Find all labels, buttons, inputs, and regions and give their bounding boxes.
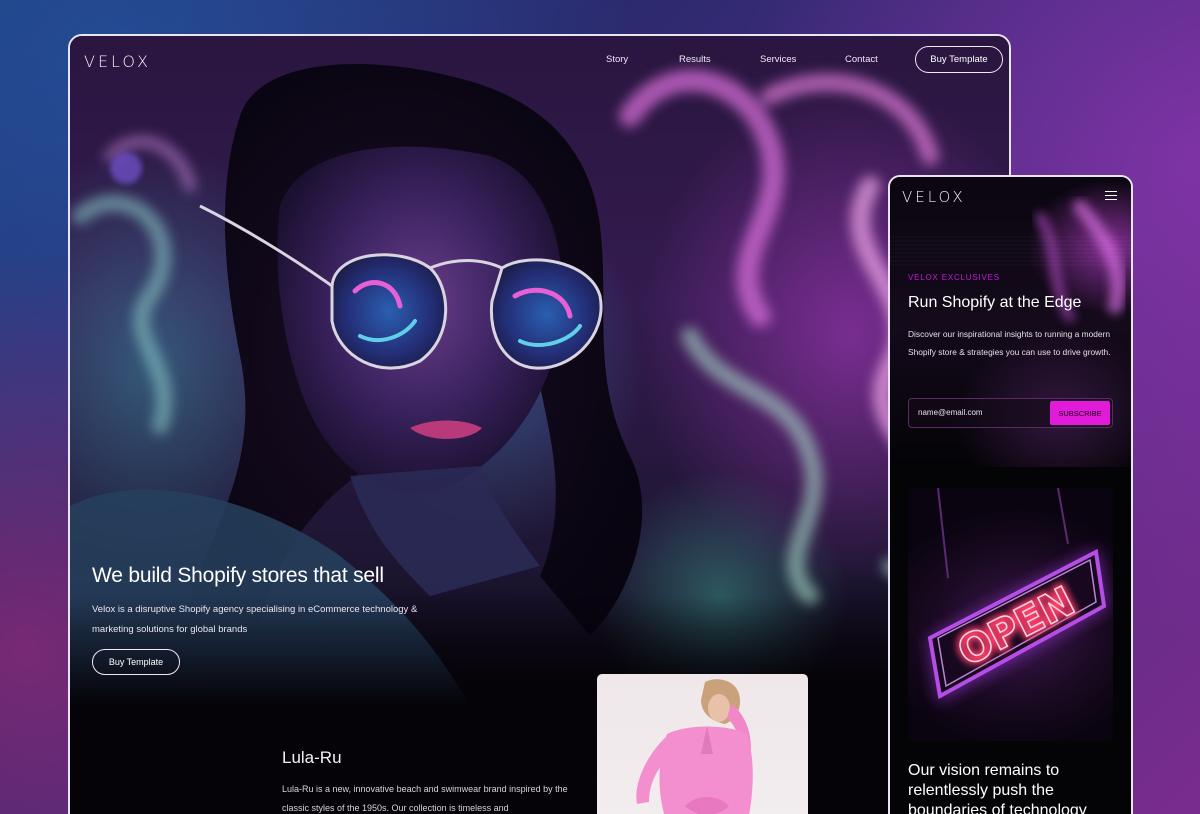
- feature-title: Lula-Ru: [282, 748, 342, 767]
- newsletter-form: name@email.com SUBSCRIBE: [908, 398, 1113, 428]
- mobile-description: Discover our inspirational insights to r…: [908, 329, 1111, 358]
- mobile-title: Run Shopify at the Edge: [908, 294, 1082, 311]
- hamburger-menu-icon[interactable]: [1105, 191, 1117, 201]
- product-image[interactable]: [597, 674, 808, 814]
- mobile-eyebrow: VELOX EXCLUSIVES: [908, 273, 1000, 282]
- nav-services[interactable]: Services: [760, 54, 796, 65]
- feature-description: Lula-Ru is a new, innovative beach and s…: [282, 784, 568, 813]
- hero-headline: We build Shopify stores that sell: [92, 564, 384, 587]
- hero-buy-template-button[interactable]: Buy Template: [92, 649, 180, 675]
- mobile-logo[interactable]: VELOX: [902, 188, 966, 206]
- mobile-preview: VELOX VELOX EXCLUSIVES Run Shopify at th…: [888, 175, 1133, 814]
- nav-story[interactable]: Story: [606, 54, 628, 65]
- model-photo: [636, 679, 753, 814]
- vision-heading: Our vision remains to relentlessly push …: [908, 762, 1087, 814]
- buy-template-button[interactable]: Buy Template: [915, 46, 1003, 73]
- desktop-nav: Story Results Services Contact: [70, 54, 1009, 74]
- hero-description: Velox is a disruptive Shopify agency spe…: [92, 604, 418, 635]
- nav-results[interactable]: Results: [679, 54, 711, 65]
- neon-open-sign: OPEN OPEN: [927, 488, 1108, 703]
- subscribe-button[interactable]: SUBSCRIBE: [1050, 401, 1110, 425]
- desktop-preview: VELOX Story Results Services Contact Buy…: [68, 34, 1011, 814]
- email-input[interactable]: name@email.com: [918, 399, 983, 427]
- nav-contact[interactable]: Contact: [845, 54, 878, 65]
- open-sign-image: OPEN OPEN: [908, 488, 1113, 741]
